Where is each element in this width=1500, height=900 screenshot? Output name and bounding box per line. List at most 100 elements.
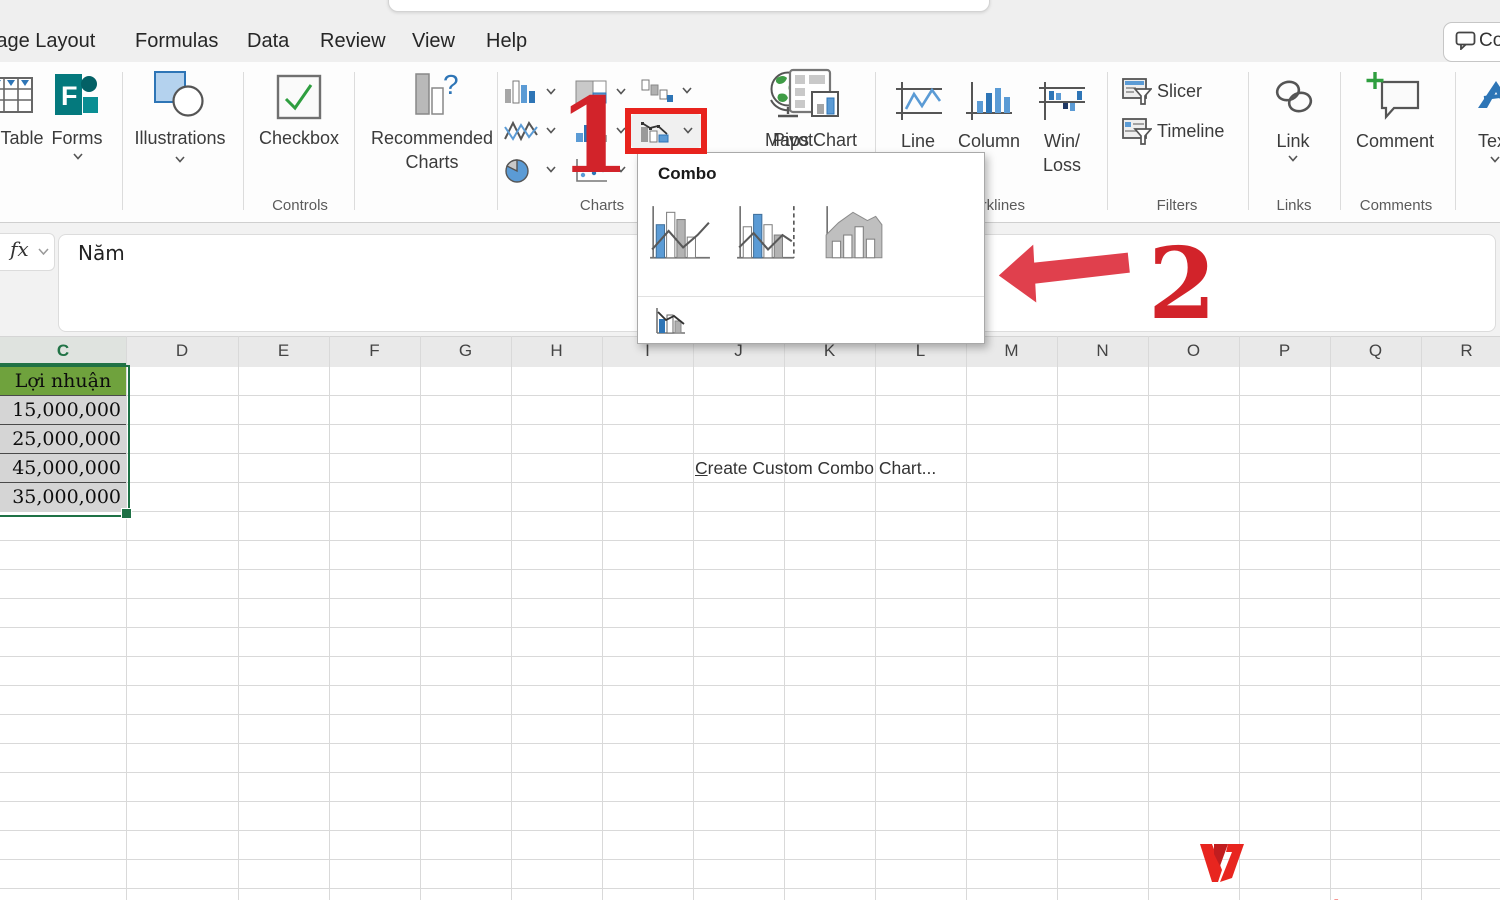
line-sparkline-icon	[895, 82, 943, 126]
text-chevron-down-icon[interactable]	[1490, 156, 1500, 165]
gridline-vertical	[1239, 336, 1240, 900]
selection-fill-handle[interactable]	[121, 508, 132, 519]
search-box[interactable]	[388, 0, 990, 12]
create-custom-combo-chart-item[interactable]: Create Custom Combo Chart...	[638, 301, 984, 478]
tab-data[interactable]: Data	[247, 30, 289, 56]
line-sparkline-button[interactable]	[895, 80, 943, 127]
column-header-F[interactable]: F	[329, 341, 420, 361]
watermark-suffix: .VN	[1422, 895, 1469, 900]
gridline-vertical	[875, 336, 876, 900]
column-header-I[interactable]: I	[602, 341, 693, 361]
combo-chart-chevron-down-icon[interactable]	[683, 127, 693, 136]
gridline-vertical	[966, 336, 967, 900]
line-chart-icon	[504, 120, 538, 142]
column-sparkline-icon	[965, 82, 1013, 126]
winloss-sparkline-icon	[1038, 82, 1086, 126]
cell-value-row-1[interactable]: 15,000,000	[0, 396, 126, 425]
comment-label: Comment	[1355, 131, 1435, 151]
recommended-charts-icon: ?	[410, 69, 460, 126]
link-button[interactable]	[1270, 76, 1318, 125]
tab-help[interactable]: Help	[486, 30, 527, 56]
column-header-H[interactable]: H	[511, 341, 602, 361]
combo-dropdown-title: Combo	[658, 164, 717, 183]
waterfall-chart-icon	[641, 79, 673, 102]
group-separator	[243, 72, 244, 210]
line-chart-chevron-down-icon[interactable]	[546, 127, 556, 136]
gridline-vertical	[602, 336, 603, 900]
column-header-K[interactable]: K	[784, 341, 875, 361]
checkbox-button[interactable]	[276, 74, 322, 125]
forms-button[interactable]: F	[54, 72, 100, 123]
recommended-charts-label-2: Charts	[405, 152, 459, 172]
link-chevron-down-icon[interactable]	[1288, 155, 1298, 164]
group-separator	[1248, 72, 1249, 210]
column-header-Q[interactable]: Q	[1330, 341, 1421, 361]
insert-pie-chart-button[interactable]	[504, 158, 532, 189]
combo-thumb-clustered-column-line-secondary-axis[interactable]	[735, 204, 803, 270]
insert-line-chart-button[interactable]	[504, 119, 538, 148]
pivotchart-button[interactable]	[788, 68, 842, 127]
combo-thumb-clustered-column-line[interactable]	[648, 204, 716, 270]
clustered-column-line-secondary-axis-icon	[737, 206, 795, 259]
column-header-G[interactable]: G	[420, 341, 511, 361]
tab-page-layout[interactable]: Page Layout	[0, 30, 95, 56]
illustrations-icon	[152, 71, 206, 124]
column-header-N[interactable]: N	[1057, 341, 1148, 361]
column-chart-chevron-down-icon[interactable]	[546, 88, 556, 97]
column-sparkline-button[interactable]	[965, 80, 1013, 127]
checkbox-label: Checkbox	[258, 128, 340, 148]
comment-button[interactable]	[1366, 70, 1422, 127]
illustrations-button[interactable]	[152, 70, 206, 125]
cell-header-loi-nhuan[interactable]: Lợi nhuận	[0, 367, 126, 396]
recommended-charts-button[interactable]: ?	[410, 69, 460, 127]
annotation-step-1: 1	[558, 74, 631, 197]
fx-chevron-down-icon[interactable]	[38, 248, 49, 257]
cell-value-row-4[interactable]: 35,000,000	[0, 483, 126, 512]
timeline-button[interactable]	[1122, 118, 1153, 151]
column-header-D[interactable]: D	[126, 341, 238, 361]
tab-review[interactable]: Review	[320, 30, 386, 56]
column-header-L[interactable]: L	[875, 341, 966, 361]
pie-chart-chevron-down-icon[interactable]	[546, 166, 556, 175]
column-header-R[interactable]: R	[1421, 341, 1500, 361]
cell-value-row-3[interactable]: 45,000,000	[0, 454, 126, 483]
text-box-icon	[1476, 81, 1500, 116]
gridline-vertical	[1148, 336, 1149, 900]
slicer-button[interactable]	[1122, 78, 1153, 111]
dropdown-separator	[638, 296, 984, 297]
column-header-P[interactable]: P	[1239, 341, 1330, 361]
insert-combo-chart-button[interactable]	[631, 114, 701, 148]
column-header-O[interactable]: O	[1148, 341, 1239, 361]
pivotchart-label: PivotChart	[772, 130, 858, 150]
text-button[interactable]	[1476, 78, 1500, 117]
column-header-C-letter[interactable]: C	[0, 341, 126, 361]
insert-waterfall-chart-button[interactable]	[640, 78, 674, 109]
column-header-C-underline	[0, 363, 126, 366]
comments-toggle-label: Comments	[1479, 30, 1500, 51]
column-header-M[interactable]: M	[966, 341, 1057, 361]
sheet-grid[interactable]	[0, 367, 1500, 900]
annotation-arrow-left-icon	[993, 228, 1138, 326]
gridline-vertical	[784, 336, 785, 900]
links-group-label: Links	[1276, 197, 1312, 214]
winloss-sparkline-label-1: Win/	[1044, 131, 1080, 151]
forms-chevron-down-icon[interactable]	[73, 153, 83, 162]
waterfall-chart-chevron-down-icon[interactable]	[682, 87, 692, 96]
table-button[interactable]	[0, 70, 34, 121]
tab-formulas[interactable]: Formulas	[135, 30, 218, 56]
link-icon	[1270, 80, 1318, 124]
illustrations-chevron-down-icon[interactable]	[175, 156, 185, 165]
column-header-E[interactable]: E	[238, 341, 329, 361]
column-sparkline-label: Column	[957, 131, 1021, 151]
column-header-J[interactable]: J	[693, 341, 784, 361]
cell-value-row-2[interactable]: 25,000,000	[0, 425, 126, 454]
combo-thumb-stacked-area-clustered-column[interactable]	[822, 204, 890, 270]
line-sparkline-label: Line	[900, 131, 936, 151]
tab-view[interactable]: View	[412, 30, 455, 56]
gridline-vertical	[329, 336, 330, 900]
recommended-charts-label-1: Recommended	[370, 128, 494, 148]
combo-chart-icon	[639, 119, 671, 149]
winloss-sparkline-button[interactable]	[1038, 80, 1086, 127]
insert-column-chart-button[interactable]	[504, 80, 538, 109]
forms-icon: F	[54, 74, 100, 122]
